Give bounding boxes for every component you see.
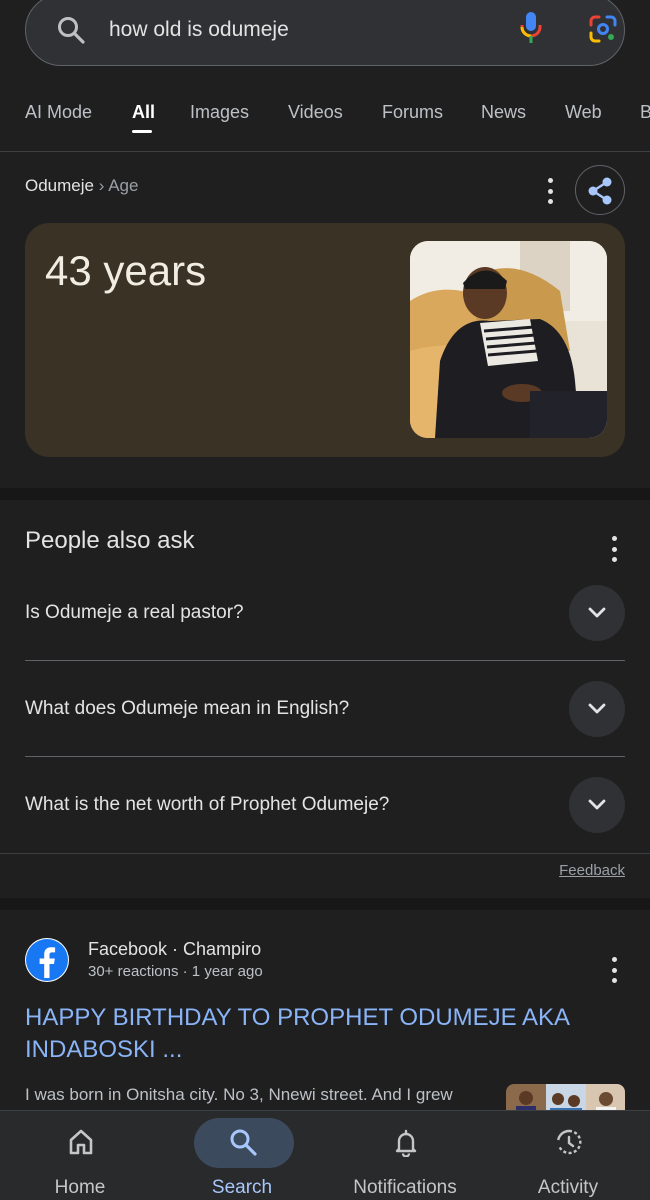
chevron-down-icon: [588, 703, 606, 714]
chevron-down-icon: [588, 799, 606, 810]
tab-news[interactable]: News: [481, 102, 526, 123]
tab-ai-mode[interactable]: AI Mode: [25, 102, 92, 123]
mic-icon[interactable]: [518, 11, 544, 45]
breadcrumb: Odumeje › Age: [25, 176, 138, 196]
result-more-options-icon[interactable]: [610, 957, 618, 983]
paa-question-text: What is the net worth of Prophet Odumeje…: [25, 794, 390, 815]
expand-button[interactable]: [569, 681, 625, 737]
search-input[interactable]: how old is odumeje: [109, 18, 289, 42]
tab-videos[interactable]: Videos: [288, 102, 343, 123]
age-answer-card: 43 years: [25, 223, 625, 457]
person-photo[interactable]: [410, 241, 607, 438]
people-also-ask-title: People also ask: [25, 527, 195, 554]
share-button[interactable]: [575, 165, 625, 215]
search-tabs: AI Mode All Images Videos Forums News We…: [0, 96, 650, 152]
more-options-icon[interactable]: [546, 178, 554, 204]
expand-button[interactable]: [569, 777, 625, 833]
bell-icon: [395, 1129, 417, 1157]
home-icon: [69, 1129, 93, 1155]
paa-question[interactable]: Is Odumeje a real pastor?: [25, 565, 625, 661]
tab-forums[interactable]: Forums: [382, 102, 443, 123]
paa-question-text: Is Odumeje a real pastor?: [25, 602, 244, 623]
chevron-down-icon: [588, 607, 606, 618]
result-title-link[interactable]: HAPPY BIRTHDAY TO PROPHET ODUMEJE AKA IN…: [25, 1002, 585, 1066]
paa-more-options-icon[interactable]: [610, 536, 618, 562]
tab-web[interactable]: Web: [565, 102, 602, 123]
tab-all[interactable]: All: [132, 102, 155, 123]
paa-question[interactable]: What is the net worth of Prophet Odumeje…: [25, 757, 625, 853]
nav-activity[interactable]: Activity: [488, 1111, 648, 1200]
tab-books[interactable]: B: [640, 102, 650, 123]
history-icon: [557, 1129, 582, 1155]
result-meta: 30+ reactions · 1 year ago: [88, 963, 263, 980]
paa-question-text: What does Odumeje mean in English?: [25, 698, 350, 719]
breadcrumb-attribute: Age: [108, 176, 139, 195]
search-icon: [58, 17, 85, 44]
nav-home[interactable]: Home: [0, 1111, 160, 1200]
section-divider: [0, 488, 650, 500]
tab-images[interactable]: Images: [190, 102, 249, 123]
age-answer: 43 years: [45, 247, 207, 294]
facebook-logo-icon: [25, 938, 69, 982]
share-icon: [588, 177, 612, 205]
section-divider: [0, 898, 650, 910]
nav-search-label: Search: [211, 1177, 273, 1198]
expand-button[interactable]: [569, 585, 625, 641]
bottom-navigation: Home Search Notifications Activity: [0, 1110, 650, 1200]
nav-notifications[interactable]: Notifications: [325, 1111, 485, 1200]
nav-activity-label: Activity: [537, 1177, 599, 1198]
result-snippet: I was born in Onitsha city. No 3, Nnewi …: [25, 1085, 453, 1104]
breadcrumb-entity[interactable]: Odumeje: [25, 176, 94, 195]
nav-search[interactable]: Search: [162, 1111, 322, 1200]
result-source: Facebook · Champiro: [88, 939, 262, 959]
breadcrumb-separator: ›: [98, 176, 105, 195]
divider: [0, 853, 650, 854]
nav-home-label: Home: [54, 1177, 106, 1198]
search-icon: [230, 1129, 257, 1156]
lens-icon[interactable]: [588, 14, 618, 44]
nav-notifications-label: Notifications: [353, 1177, 457, 1198]
search-bar[interactable]: how old is odumeje: [25, 0, 625, 66]
feedback-link[interactable]: Feedback: [559, 862, 625, 879]
paa-question[interactable]: What does Odumeje mean in English?: [25, 661, 625, 757]
active-tab-indicator: [132, 130, 152, 133]
